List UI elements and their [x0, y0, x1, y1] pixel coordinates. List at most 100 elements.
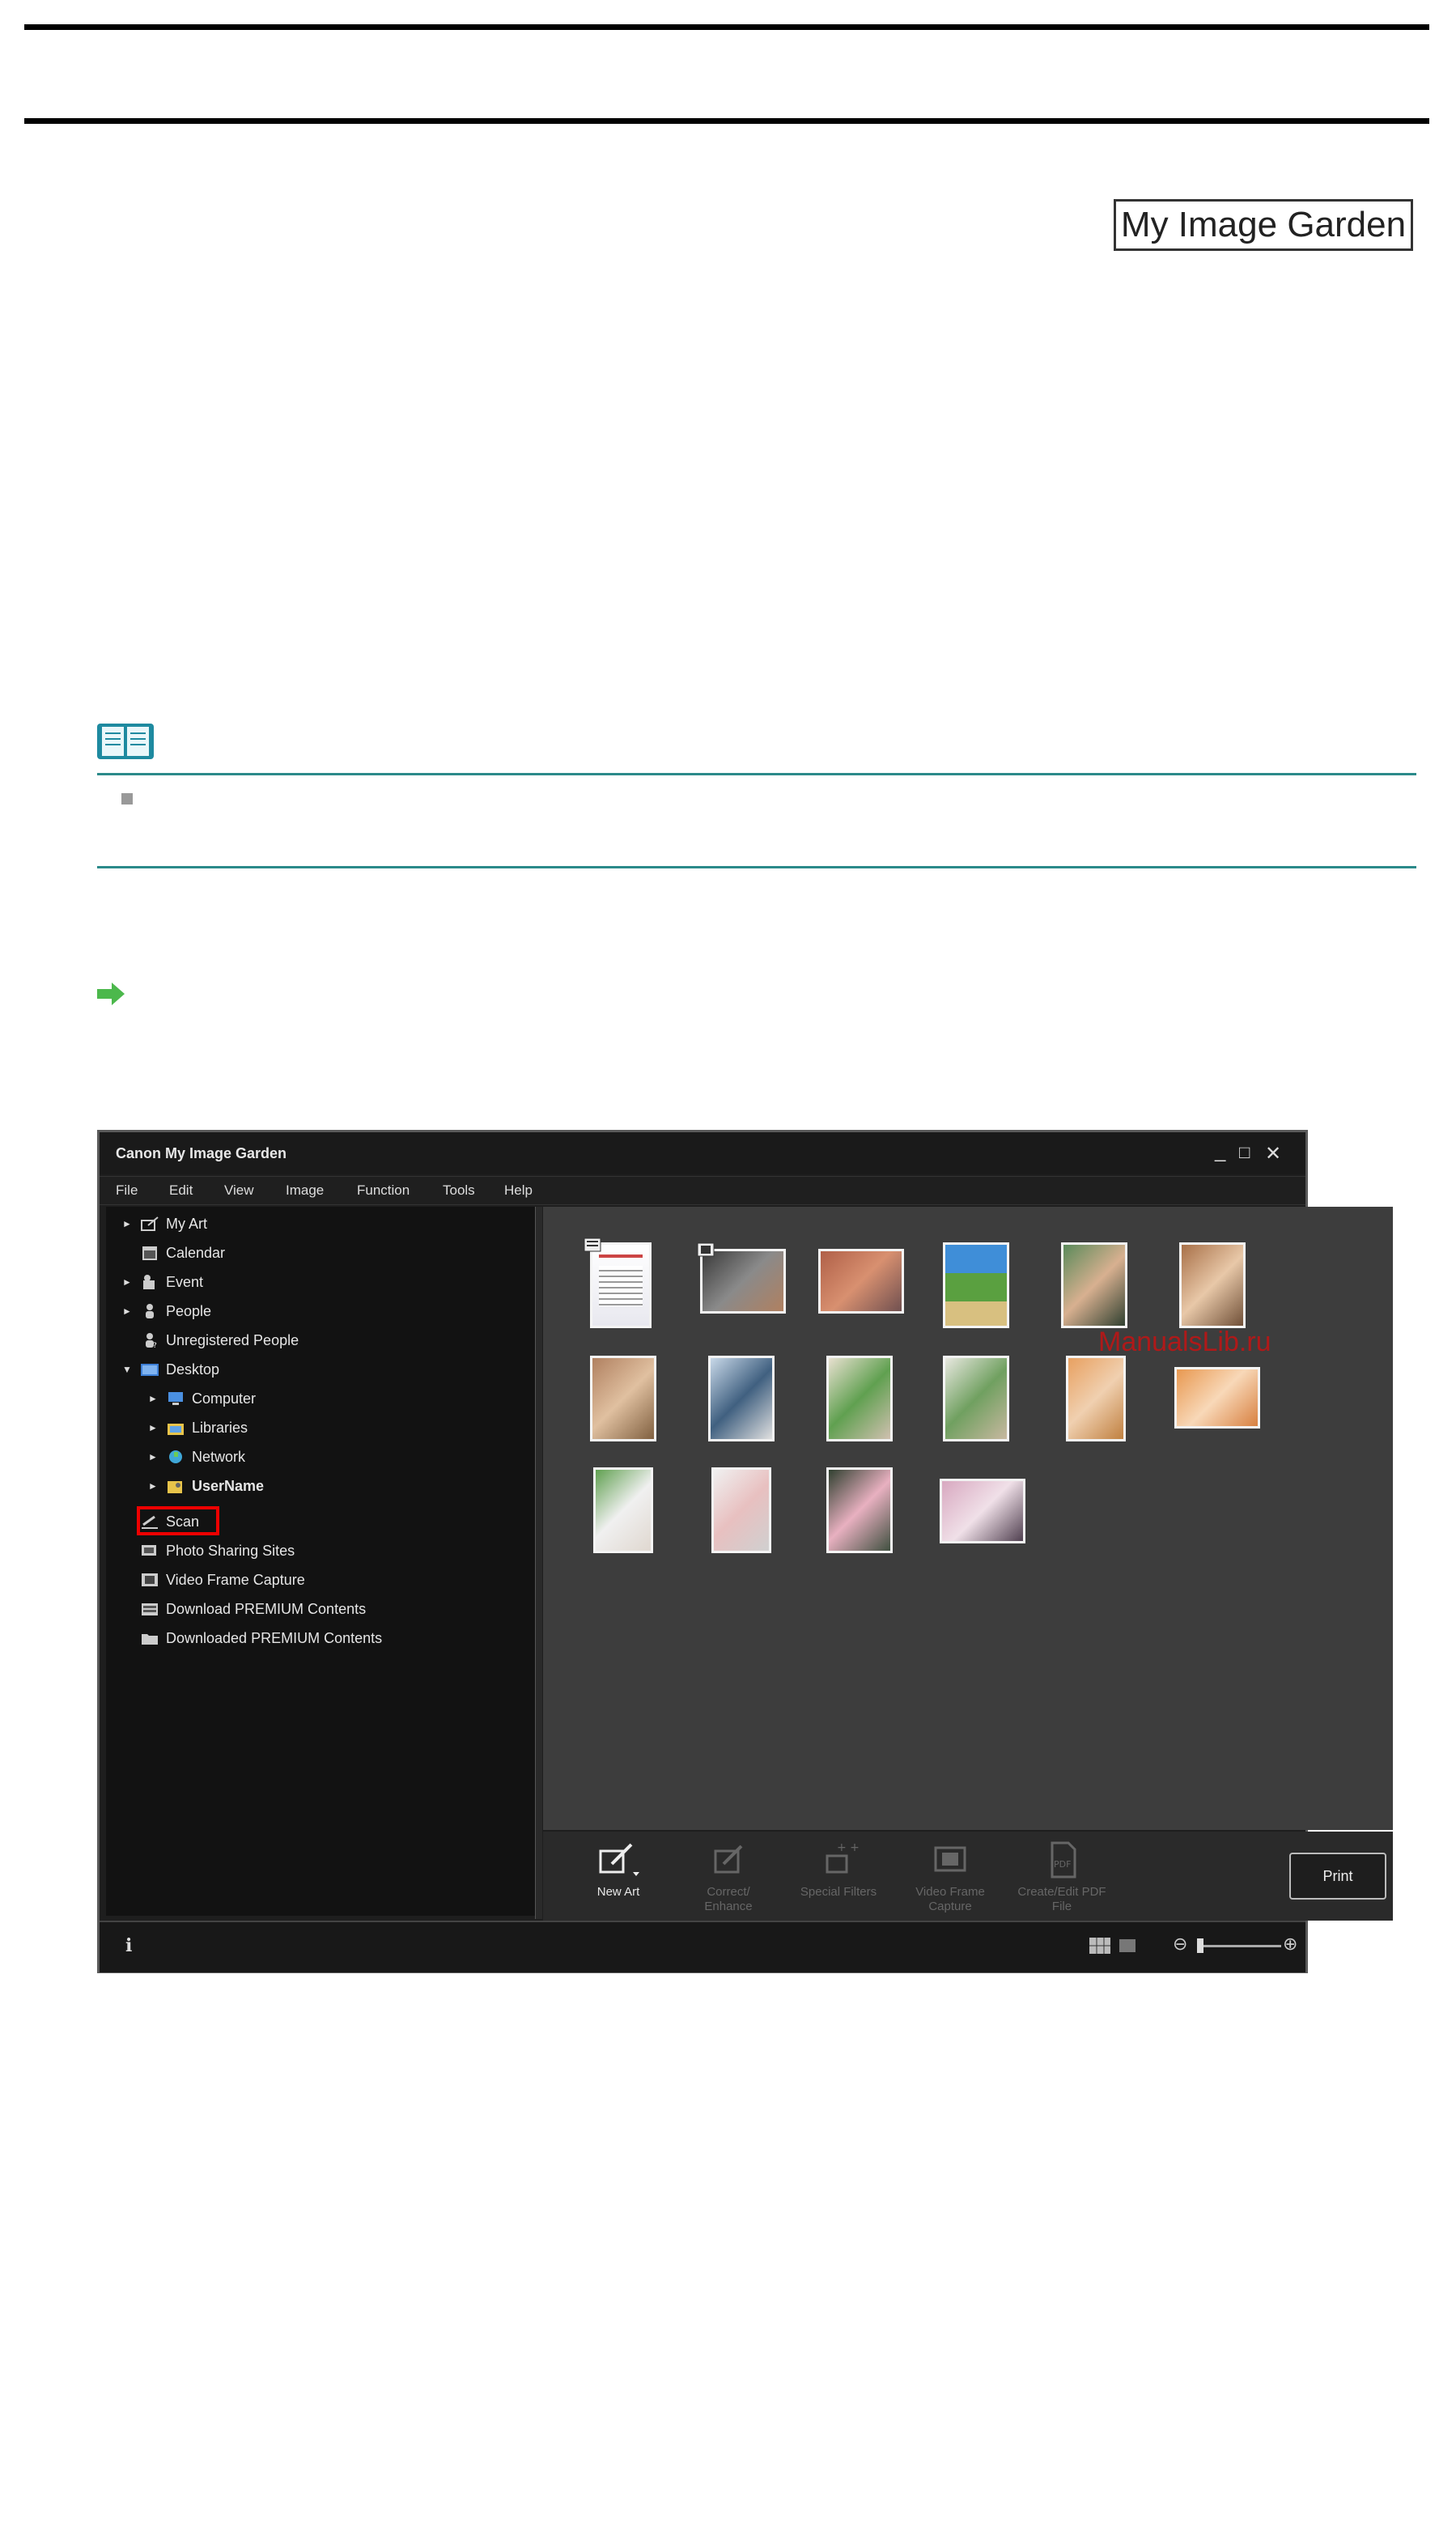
- title-bar: Canon My Image Garden: [100, 1132, 1305, 1174]
- sidebar-item-photo-sharing-sites[interactable]: Photo Sharing Sites: [140, 1539, 295, 1563]
- sidebar-item-label: Desktop: [166, 1361, 220, 1378]
- thumbnail-item[interactable]: [1061, 1242, 1127, 1328]
- thumbnail-item[interactable]: [711, 1467, 771, 1553]
- product-badge: My Image Garden: [1114, 199, 1413, 251]
- expand-arrow-icon[interactable]: ►: [148, 1451, 159, 1463]
- sidebar-item-label: Download PREMIUM Contents: [166, 1600, 367, 1617]
- note-top-rule: [97, 773, 1416, 775]
- print-button[interactable]: Print: [1289, 1853, 1386, 1900]
- maximize-icon[interactable]: □: [1239, 1142, 1250, 1163]
- thumbnail-item[interactable]: [700, 1249, 786, 1314]
- thumbnail-item[interactable]: [826, 1467, 893, 1553]
- unregistered-people-icon: ?: [146, 1333, 157, 1348]
- scan-highlight-box: [137, 1506, 219, 1535]
- expand-arrow-icon[interactable]: ►: [148, 1393, 159, 1404]
- header-rule: [24, 118, 1429, 124]
- sidebar-item-label: People: [166, 1302, 212, 1319]
- close-icon[interactable]: ✕: [1265, 1142, 1281, 1165]
- thumbnail-item[interactable]: [593, 1467, 653, 1553]
- pdf-icon: PDF: [1051, 1841, 1076, 1879]
- menu-view[interactable]: View: [224, 1182, 254, 1199]
- new-art-button[interactable]: New Art: [574, 1840, 663, 1900]
- thumbnail-area: ManualsLib.ru: [543, 1207, 1393, 1830]
- thumbnail-item[interactable]: [1066, 1356, 1126, 1441]
- menu-tools[interactable]: Tools: [443, 1182, 475, 1199]
- minimize-icon[interactable]: _: [1215, 1140, 1225, 1163]
- sidebar-item-unregistered-people[interactable]: ? Unregistered People: [140, 1328, 299, 1352]
- zoom-slider[interactable]: [1197, 1938, 1281, 1953]
- special-filters-label: Special Filters: [800, 1885, 877, 1899]
- create-edit-pdf-button[interactable]: PDF Create/Edit PDF File: [1017, 1840, 1106, 1914]
- zoom-slider-handle[interactable]: [1197, 1938, 1203, 1953]
- zoom-in-icon[interactable]: ⊕: [1283, 1934, 1297, 1955]
- thumbnail-item[interactable]: [818, 1249, 904, 1314]
- sidebar-item-label: UserName: [192, 1477, 265, 1494]
- thumbnail-item[interactable]: [1179, 1242, 1246, 1328]
- document-type-icon: [584, 1238, 601, 1252]
- create-edit-pdf-label: Create/Edit PDF File: [1017, 1885, 1106, 1913]
- sidebar-item-network[interactable]: ► Network: [148, 1445, 245, 1469]
- sidebar-item-label: Event: [166, 1273, 204, 1290]
- sidebar-item-computer[interactable]: ► Computer: [148, 1386, 256, 1411]
- sidebar-item-my-art[interactable]: ► My Art: [122, 1212, 207, 1236]
- svg-text:?: ?: [153, 1342, 157, 1348]
- zoom-out-icon[interactable]: ⊖: [1173, 1934, 1187, 1955]
- top-rule: [24, 24, 1429, 30]
- libraries-icon: [168, 1424, 184, 1435]
- app-window: Canon My Image Garden _ □ ✕ File Edit Vi…: [97, 1130, 1393, 1973]
- expand-arrow-icon[interactable]: ►: [148, 1480, 159, 1492]
- single-view-icon[interactable]: [1116, 1937, 1139, 1955]
- sidebar-item-libraries[interactable]: ► Libraries: [148, 1416, 248, 1440]
- sidebar-item-desktop[interactable]: ▼ Desktop: [122, 1357, 219, 1382]
- my-art-icon: [141, 1216, 159, 1231]
- sidebar-item-label: Libraries: [192, 1419, 248, 1436]
- new-art-icon: [599, 1843, 639, 1876]
- sidebar-item-video-frame-capture[interactable]: Video Frame Capture: [140, 1568, 305, 1592]
- correct-enhance-label: Correct/ Enhance: [704, 1885, 753, 1913]
- menu-image[interactable]: Image: [286, 1182, 324, 1199]
- sidebar-item-label: Network: [192, 1448, 246, 1465]
- sidebar-item-calendar[interactable]: Calendar: [140, 1241, 225, 1265]
- collapse-arrow-icon[interactable]: ▼: [122, 1364, 134, 1375]
- sidebar-item-download-premium[interactable]: Download PREMIUM Contents: [140, 1597, 366, 1621]
- thumbnail-item[interactable]: [943, 1242, 1009, 1328]
- correct-enhance-button[interactable]: Correct/ Enhance: [684, 1840, 773, 1914]
- arrow-right-icon[interactable]: [96, 981, 126, 1007]
- sidebar-item-username[interactable]: ► UserName: [148, 1474, 264, 1498]
- menu-help[interactable]: Help: [504, 1182, 533, 1199]
- watermark-text: ManualsLib.ru: [1098, 1327, 1271, 1357]
- thumbnail-item[interactable]: [1174, 1367, 1260, 1429]
- thumbnail-item[interactable]: [826, 1356, 893, 1441]
- video-frame-capture-label: Video Frame Capture: [915, 1885, 985, 1913]
- expand-arrow-icon[interactable]: ►: [122, 1305, 134, 1317]
- menu-file[interactable]: File: [116, 1182, 138, 1199]
- user-folder-icon: [168, 1481, 182, 1493]
- special-filters-icon: + +: [826, 1841, 860, 1874]
- info-icon[interactable]: i: [125, 1935, 132, 1956]
- sidebar-item-downloaded-premium[interactable]: Downloaded PREMIUM Contents: [140, 1626, 382, 1650]
- thumbnail-item[interactable]: [708, 1356, 775, 1441]
- event-icon: [143, 1275, 155, 1289]
- thumbnail-item[interactable]: [590, 1242, 652, 1328]
- sidebar-item-event[interactable]: ► Event: [122, 1270, 203, 1294]
- expand-arrow-icon[interactable]: ►: [122, 1218, 134, 1229]
- thumbnail-item[interactable]: [940, 1479, 1025, 1543]
- thumbnail-item[interactable]: [590, 1356, 656, 1441]
- computer-icon: [168, 1392, 183, 1405]
- expand-arrow-icon[interactable]: ►: [148, 1422, 159, 1433]
- video-frame-capture-icon: [934, 1846, 966, 1872]
- video-frame-icon: [142, 1573, 158, 1586]
- thumbnail-view-icon[interactable]: [1089, 1937, 1111, 1955]
- menu-edit[interactable]: Edit: [169, 1182, 193, 1199]
- menu-function[interactable]: Function: [357, 1182, 410, 1199]
- expand-arrow-icon[interactable]: ►: [122, 1276, 134, 1288]
- special-filters-button[interactable]: + + Special Filters: [794, 1840, 883, 1900]
- menu-bar: File Edit View Image Function Tools Help: [100, 1176, 1305, 1205]
- video-frame-capture-button[interactable]: Video Frame Capture: [906, 1840, 995, 1914]
- pane-splitter[interactable]: [535, 1207, 542, 1919]
- status-bar: i ⊖ ⊕: [100, 1921, 1305, 1972]
- note-bottom-rule: [97, 866, 1416, 868]
- sidebar-item-people[interactable]: ► People: [122, 1299, 211, 1323]
- thumbnail-item[interactable]: [943, 1356, 1009, 1441]
- svg-text:PDF: PDF: [1054, 1859, 1071, 1870]
